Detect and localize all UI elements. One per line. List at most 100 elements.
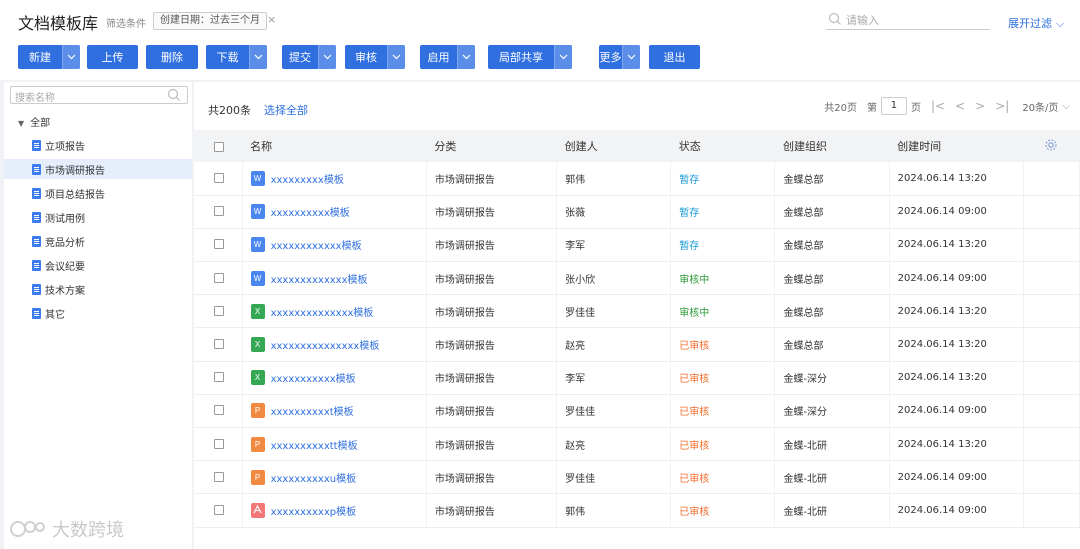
sidebar-item[interactable]: 竞品分析 xyxy=(4,231,192,251)
column-header-org[interactable]: 创建组织 xyxy=(774,130,890,162)
header-checkbox-cell[interactable] xyxy=(194,130,243,162)
org-cell: 金蝶总部 xyxy=(774,294,890,329)
toolbar-button-7[interactable]: 局部共享 xyxy=(488,45,572,69)
chevron-down-icon[interactable] xyxy=(249,45,267,69)
row-checkbox[interactable] xyxy=(214,471,224,482)
sidebar-item[interactable]: 立项报告 xyxy=(4,135,192,155)
row-checkbox[interactable] xyxy=(214,372,224,383)
select-all-checkbox[interactable] xyxy=(214,141,224,152)
toolbar-button-2[interactable]: 删除 xyxy=(146,45,198,69)
table-row[interactable]: Xxxxxxxxxxxxxxx模板 市场调研报告 罗佳佳 审核中 金蝶总部 2024.06… xyxy=(194,294,1080,329)
row-checkbox[interactable] xyxy=(214,305,224,316)
row-checkbox[interactable] xyxy=(214,172,224,183)
sidebar-item-label: 项目总结报告 xyxy=(45,189,105,201)
search-icon[interactable] xyxy=(167,88,181,105)
template-name-link[interactable]: xxxxxxxxxxxxx模板 xyxy=(271,275,368,286)
chevron-down-icon[interactable] xyxy=(554,45,572,69)
template-name-link[interactable]: xxxxxxxxx模板 xyxy=(271,175,344,186)
template-name-link[interactable]: xxxxxxxxxxxxxx模板 xyxy=(271,308,374,319)
row-checkbox-cell[interactable] xyxy=(194,361,243,395)
row-checkbox-cell[interactable] xyxy=(194,427,243,462)
table-row[interactable]: xxxxxxxxxxp模板 市场调研报告 郭伟 已审核 金蝶-北研 2024.06.14 … xyxy=(194,493,1080,528)
sidebar-search-input[interactable]: 搜索名称 xyxy=(10,86,188,104)
toolbar-button-8[interactable]: 更多 xyxy=(599,45,640,69)
toolbar-button-1[interactable]: 上传 xyxy=(87,45,138,69)
status-badge: 审核中 xyxy=(670,261,776,296)
row-checkbox[interactable] xyxy=(214,438,224,449)
column-header-name[interactable]: 名称 xyxy=(242,130,427,162)
last-page-icon[interactable]: >| xyxy=(995,99,1009,113)
column-header-time[interactable]: 创建时间 xyxy=(889,130,1024,162)
row-checkbox-cell[interactable] xyxy=(194,294,243,329)
table-row[interactable]: Wxxxxxxxxxx模板 市场调研报告 张薇 暂存 金蝶总部 2024.06.14 09… xyxy=(194,195,1080,229)
toolbar-button-9[interactable]: 退出 xyxy=(649,45,700,69)
sidebar-item[interactable]: 测试用例 xyxy=(4,207,192,227)
chevron-down-icon[interactable] xyxy=(387,45,405,69)
row-checkbox-cell[interactable] xyxy=(194,228,243,263)
sidebar-item[interactable]: 其它 xyxy=(4,303,192,323)
template-name-link[interactable]: xxxxxxxxxxp模板 xyxy=(271,507,357,518)
sidebar-item[interactable]: 项目总结报告 xyxy=(4,183,192,203)
search-input[interactable]: 请输入 xyxy=(826,10,990,30)
row-action-cell xyxy=(1023,394,1080,429)
template-name-link[interactable]: xxxxxxxxxxu模板 xyxy=(271,474,357,485)
caret-down-icon[interactable]: ▼ xyxy=(18,119,24,128)
row-checkbox-cell[interactable] xyxy=(194,327,243,362)
table-row[interactable]: Pxxxxxxxxxxtt模板 市场调研报告 赵亮 已审核 金蝶-北研 2024.06.1… xyxy=(194,427,1080,462)
chevron-down-icon[interactable] xyxy=(622,45,640,69)
toolbar-button-4[interactable]: 提交 xyxy=(282,45,336,69)
column-header-status[interactable]: 状态 xyxy=(670,130,775,162)
toolbar-button-6[interactable]: 启用 xyxy=(420,45,475,69)
template-name-link[interactable]: xxxxxxxxxxxxxxx模板 xyxy=(271,341,380,352)
toolbar-button-5[interactable]: 审核 xyxy=(345,45,405,69)
page-number-input[interactable]: 1 xyxy=(880,97,907,115)
table-row[interactable]: Wxxxxxxxxx模板 市场调研报告 郭伟 暂存 金蝶总部 2024.06.14 13:… xyxy=(194,162,1080,196)
row-checkbox-cell[interactable] xyxy=(194,394,243,429)
row-checkbox[interactable] xyxy=(214,206,224,217)
tree-root-all[interactable]: ▼ 全部 xyxy=(18,114,50,129)
first-page-icon[interactable]: |< xyxy=(931,99,945,113)
filter-chip-date[interactable]: 创建日期：过去三个月 xyxy=(153,12,267,30)
column-header-creator[interactable]: 创建人 xyxy=(556,130,671,162)
row-checkbox-cell[interactable] xyxy=(194,261,243,296)
close-icon[interactable]: × xyxy=(267,13,276,26)
gear-icon[interactable] xyxy=(1044,138,1058,155)
expand-filter-link[interactable]: 展开过滤 ⌵ xyxy=(1008,15,1064,31)
template-name-link[interactable]: xxxxxxxxxxt模板 xyxy=(271,407,354,418)
table-row[interactable]: Pxxxxxxxxxxu模板 市场调研报告 罗佳佳 已审核 金蝶-北研 2024.06.1… xyxy=(194,460,1080,495)
row-checkbox-cell[interactable] xyxy=(194,162,243,196)
row-checkbox[interactable] xyxy=(214,339,224,350)
row-checkbox-cell[interactable] xyxy=(194,493,243,528)
row-checkbox[interactable] xyxy=(214,239,224,250)
page-size-select[interactable]: 20条/页 xyxy=(1022,99,1058,114)
table-row[interactable]: Wxxxxxxxxxxxx模板 市场调研报告 李军 暂存 金蝶总部 2024.06.14 … xyxy=(194,228,1080,263)
column-settings-cell[interactable] xyxy=(1023,130,1080,162)
chevron-down-icon[interactable] xyxy=(318,45,336,69)
toolbar-button-3[interactable]: 下载 xyxy=(206,45,267,69)
table-row[interactable]: Xxxxxxxxxxxx模板 市场调研报告 李军 已审核 金蝶-深分 2024.06.14… xyxy=(194,361,1080,395)
sidebar-item[interactable]: 技术方案 xyxy=(4,279,192,299)
row-checkbox-cell[interactable] xyxy=(194,460,243,495)
table-row[interactable]: Pxxxxxxxxxxt模板 市场调研报告 罗佳佳 已审核 金蝶-深分 2024.06.1… xyxy=(194,394,1080,429)
creator-cell: 郭伟 xyxy=(556,493,672,528)
row-checkbox[interactable] xyxy=(214,405,224,416)
row-checkbox[interactable] xyxy=(214,272,224,283)
chevron-down-icon[interactable] xyxy=(62,45,80,69)
chevron-down-icon[interactable] xyxy=(457,45,475,69)
row-checkbox[interactable] xyxy=(214,504,224,515)
template-name-link[interactable]: xxxxxxxxxxtt模板 xyxy=(271,441,358,452)
template-name-link[interactable]: xxxxxxxxxx模板 xyxy=(271,208,350,219)
sidebar-item[interactable]: 市场调研报告 xyxy=(4,159,192,179)
sidebar-item[interactable]: 会议纪要 xyxy=(4,255,192,275)
table-row[interactable]: Wxxxxxxxxxxxxx模板 市场调研报告 张小欣 审核中 金蝶总部 2024.06.… xyxy=(194,261,1080,296)
template-name-link[interactable]: xxxxxxxxxxxx模板 xyxy=(271,241,362,252)
next-page-icon[interactable]: > xyxy=(975,99,985,113)
template-name-link[interactable]: xxxxxxxxxxx模板 xyxy=(271,374,356,385)
select-all-link[interactable]: 选择全部 xyxy=(264,102,308,118)
toolbar-button-0[interactable]: 新建 xyxy=(18,45,80,69)
column-header-category[interactable]: 分类 xyxy=(426,130,557,162)
prev-page-icon[interactable]: < xyxy=(955,99,965,113)
table-row[interactable]: Xxxxxxxxxxxxxxxx模板 市场调研报告 赵亮 已审核 金蝶总部 2024.06… xyxy=(194,327,1080,362)
chevron-down-icon[interactable]: ⌵ xyxy=(1062,101,1070,112)
row-checkbox-cell[interactable] xyxy=(194,195,243,229)
